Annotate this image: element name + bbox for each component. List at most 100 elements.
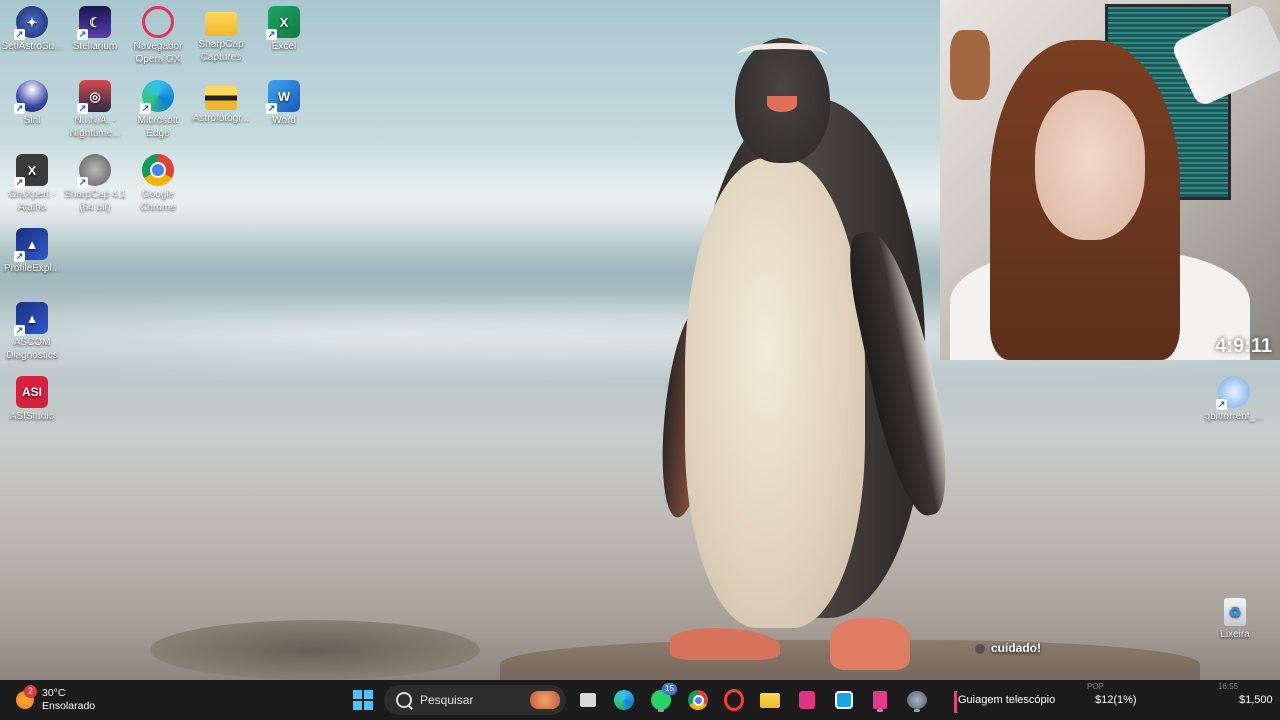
ticker-faded-time: 16:55 [1218, 682, 1239, 691]
desktop-icon-asistudio[interactable]: ASI ASIStudio [0, 376, 64, 423]
sharpcap-app[interactable] [903, 686, 931, 714]
opera-gx-icon [724, 689, 744, 711]
desktop-icon-sharpcap-captures[interactable]: SharpCap Captures [189, 6, 253, 64]
running-indicator [877, 709, 883, 712]
setiastro-icon: ✦ ↗ [14, 6, 48, 40]
qbittorrent-icon: ↗ [1216, 376, 1250, 410]
running-indicator [914, 709, 920, 712]
desktop-icon-label: Excel [271, 41, 297, 52]
desktop-icon-label: Google Chrome [140, 189, 176, 213]
ticker-title: Guiagem telescópio [958, 694, 1056, 706]
wall-decoration [950, 30, 990, 100]
desktop-icon-nina[interactable]: ◎ ↗ N.I.N.A. - Nighttime... [63, 80, 127, 140]
edge-app[interactable] [610, 686, 638, 714]
wallpaper-penguin [654, 38, 962, 678]
desktop-icon-label: Astrofotogr... [192, 113, 250, 124]
desktop-icon-astrofotografia[interactable]: Astrofotogr... [189, 80, 253, 125]
webcam-clock-overlay: 4:9:11 [1215, 335, 1272, 357]
stream-caption: cuidado! [975, 641, 1041, 655]
desktop-icon-ascom-diagnostics[interactable]: ▲ ↗ ASCOM Diagnostics [0, 302, 64, 362]
desktop-icon-label: SharpCap Captures [198, 39, 244, 63]
windows-icon [353, 690, 373, 710]
desktop-icon-qbittorrent[interactable]: ↗ qbittorrent_... [1202, 376, 1266, 423]
ascom-diagnostics-icon: ▲ ↗ [14, 302, 48, 336]
desktop-icon-chrome[interactable]: Google Chrome [126, 154, 190, 214]
asistudio-icon: ASI [16, 376, 48, 408]
nina-icon: ◎ ↗ [77, 80, 111, 114]
desktop-icon-siril[interactable]: ↗ Siril [0, 80, 64, 127]
weather-badge: 2 [24, 685, 37, 698]
penguin-right-foot [830, 618, 910, 670]
ticker-total: $1,500 [1239, 694, 1273, 706]
chrome-app[interactable] [684, 686, 712, 714]
excel-icon: X ↗ [266, 6, 300, 40]
task-view-icon [580, 693, 596, 707]
taskbar-search[interactable]: Pesquisar [384, 685, 566, 715]
desktop-icon-label: Lixeira [1220, 629, 1250, 640]
desktop-icon-graxpert[interactable]: X ↗ GraXpert - Atalho [0, 154, 64, 214]
ticker-amount: $12(1%) [1095, 694, 1137, 706]
whatsapp-app[interactable]: 15 [647, 683, 677, 714]
desktop-icon-label: ASCOM Diagnostics [6, 337, 58, 361]
desktop-icon-profileexplorer[interactable]: ▲ ↗ ProfileExpl... [0, 228, 64, 275]
edge-icon: ↗ [140, 80, 174, 114]
pink-app-icon [799, 691, 815, 709]
word-icon: W ↗ [266, 80, 300, 114]
folder-app[interactable] [756, 686, 784, 714]
desktop-icon-label: qbittorrent_... [1204, 411, 1264, 422]
taskbar: 2 30°C Ensolarado Pesquisar 15 Guiagem t… [0, 680, 1280, 720]
ascom-profile-icon: ▲ ↗ [14, 228, 48, 262]
running-indicator [658, 709, 664, 712]
desktop-icon-word[interactable]: W ↗ Word [252, 80, 316, 127]
desktop-icon-excel[interactable]: X ↗ Excel [252, 6, 316, 53]
search-icon [396, 692, 412, 708]
desktop-wallpaper: ✦ ↗ SetiAstroSu... ↗ Siril X ↗ GraXpert - … [0, 0, 1280, 680]
search-highlight-icon [530, 691, 560, 709]
penguin-head-band [737, 43, 827, 67]
desktop-icon-label: ProfileExpl... [3, 263, 61, 274]
desktop-icon-label: N.I.N.A. - Nighttime... [69, 115, 121, 139]
desktop-icon-recycle-bin[interactable]: ♻ Lixeira [1203, 598, 1267, 641]
cyan-app-icon [835, 691, 853, 709]
desktop-icon-label: SetiAstroSu... [1, 41, 63, 52]
folder-icon [205, 86, 237, 110]
opera-gx-app[interactable] [720, 686, 748, 714]
start-button[interactable] [349, 686, 377, 714]
desktop-icon-label: Stellarium [72, 41, 118, 52]
desktop-icon-label: GraXpert - Atalho [8, 189, 56, 213]
whatsapp-icon: 15 [651, 683, 677, 710]
sharpcap-icon [907, 691, 927, 709]
desktop-icon-label: Navegador Opera GX [133, 41, 183, 65]
app-pink[interactable] [866, 686, 894, 714]
penguin-beak [767, 96, 797, 112]
graxpert-icon: X ↗ [14, 154, 48, 188]
desktop-icon-sharpcap[interactable]: ↗ SharpCap 4.1 (64 bit) [63, 154, 127, 214]
recycle-bin-icon: ♻ [1224, 598, 1246, 626]
weather-temperature: 30°C [42, 687, 66, 699]
penguin-left-foot [670, 628, 780, 660]
wallpaper-rock [150, 620, 480, 680]
desktop-icon-stellarium[interactable]: ☾ ↗ Stellarium [63, 6, 127, 53]
desktop-icon-edge[interactable]: ↗ Microsoft Edge [126, 80, 190, 140]
whatsapp-badge: 15 [662, 683, 677, 695]
magenta-app-icon [873, 691, 887, 709]
chrome-icon [688, 690, 708, 710]
desktop-icon-label: SharpCap 4.1 (64 bit) [64, 189, 126, 213]
caption-icon [975, 643, 985, 654]
weather-widget[interactable]: 2 30°C Ensolarado [16, 685, 95, 715]
desktop-icon-label: Siril [23, 115, 41, 126]
edge-icon [614, 690, 634, 710]
notion-app[interactable] [793, 686, 821, 714]
file-explorer-app[interactable] [574, 686, 602, 714]
sun-icon: 2 [16, 685, 37, 709]
streamer-face [1035, 90, 1145, 240]
folder-icon [760, 692, 780, 708]
desktop-icon-label: Microsoft Edge [137, 115, 179, 139]
chrome-icon [142, 154, 174, 186]
search-placeholder: Pesquisar [420, 693, 474, 707]
stellarium-icon: ☾ ↗ [77, 6, 111, 40]
sharpcap-icon: ↗ [77, 154, 111, 188]
desktop-icon-opera-gx[interactable]: Navegador Opera GX [126, 6, 190, 66]
app-cyan[interactable] [830, 686, 858, 714]
desktop-icon-setiastro[interactable]: ✦ ↗ SetiAstroSu... [0, 6, 64, 53]
